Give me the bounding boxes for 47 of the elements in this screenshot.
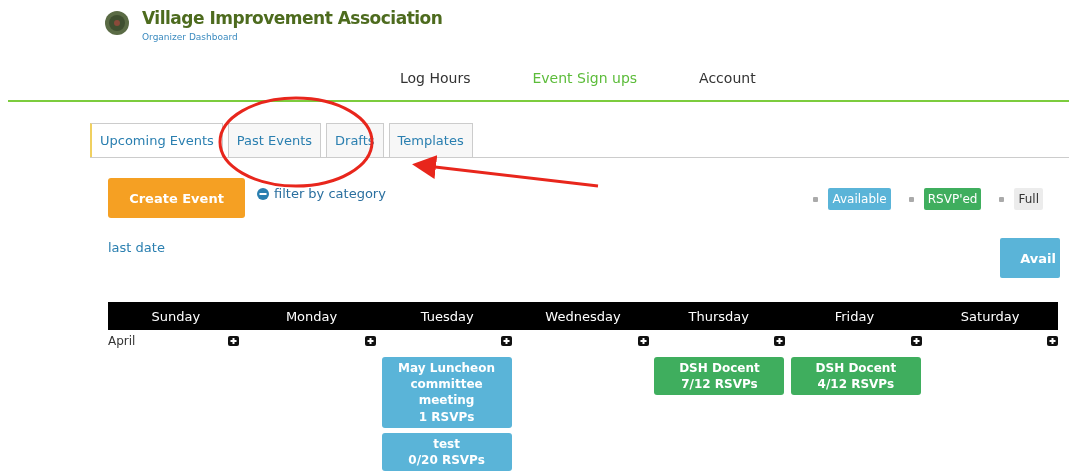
- weekday-label: Saturday: [959, 308, 1021, 324]
- date-link[interactable]: last date: [108, 240, 165, 302]
- event-rsvps: 7/12 RSVPs: [681, 376, 758, 393]
- event-card[interactable]: DSH Docent 7/12 RSVPs: [654, 357, 785, 396]
- weekday-label: Thursday: [687, 308, 750, 324]
- legend-tag: Available: [828, 188, 891, 210]
- logo-icon: [104, 10, 130, 36]
- weekday-label: Wednesday: [544, 308, 622, 324]
- legend-marker-icon: [999, 196, 1005, 202]
- tab[interactable]: Upcoming Events: [90, 123, 223, 157]
- event-rsvps: 4/12 RSVPs: [817, 376, 895, 393]
- available-button[interactable]: Avail: [1000, 238, 1060, 278]
- month-label: April: [108, 334, 136, 348]
- event-rsvps: 1 RSVPs: [418, 408, 475, 425]
- legend-tag: RSVP'ed: [923, 188, 982, 210]
- event-title: test: [433, 435, 460, 452]
- add-icon[interactable]: [1047, 336, 1058, 346]
- filter-link[interactable]: filter by category: [257, 186, 386, 201]
- event-card[interactable]: DSH Docent 4/12 RSVPs: [790, 357, 921, 396]
- event-title: May Luncheon committee meeting: [397, 360, 497, 409]
- add-icon[interactable]: [910, 336, 922, 346]
- site-subtitle: Organizer Dashboard: [142, 32, 239, 42]
- collapse-icon: [257, 187, 269, 200]
- event-rsvps: 0/20 RSVPs: [408, 451, 485, 469]
- weekday-label: Friday: [833, 308, 876, 324]
- event-card[interactable]: May Luncheon committee meeting 1 RSVPs: [381, 357, 512, 428]
- add-icon[interactable]: [364, 336, 376, 346]
- event-title: DSH Docent: [679, 360, 760, 377]
- weekday-label: Sunday: [150, 308, 202, 324]
- tab[interactable]: Templates: [388, 123, 473, 157]
- weekday-label: Monday: [284, 308, 339, 324]
- tab[interactable]: Past Events: [227, 123, 322, 157]
- add-icon[interactable]: [637, 336, 649, 346]
- site-title: Village Improvement Association: [142, 8, 443, 28]
- nav-link[interactable]: Log Hours: [400, 70, 471, 86]
- add-icon[interactable]: [774, 336, 786, 346]
- create-event-button[interactable]: Create Event: [108, 178, 245, 218]
- weekday-label: Tuesday: [419, 308, 475, 324]
- event-card[interactable]: test 0/20 RSVPs: [381, 432, 512, 472]
- legend-marker-icon: [813, 196, 819, 202]
- nav-link[interactable]: Event Sign ups: [532, 70, 638, 86]
- legend-tag: Full: [1014, 188, 1043, 210]
- nav-link[interactable]: Account: [699, 70, 756, 86]
- add-icon[interactable]: [228, 336, 240, 346]
- add-icon[interactable]: [501, 336, 513, 346]
- legend-marker-icon: [908, 196, 914, 202]
- event-title: DSH Docent: [815, 360, 897, 377]
